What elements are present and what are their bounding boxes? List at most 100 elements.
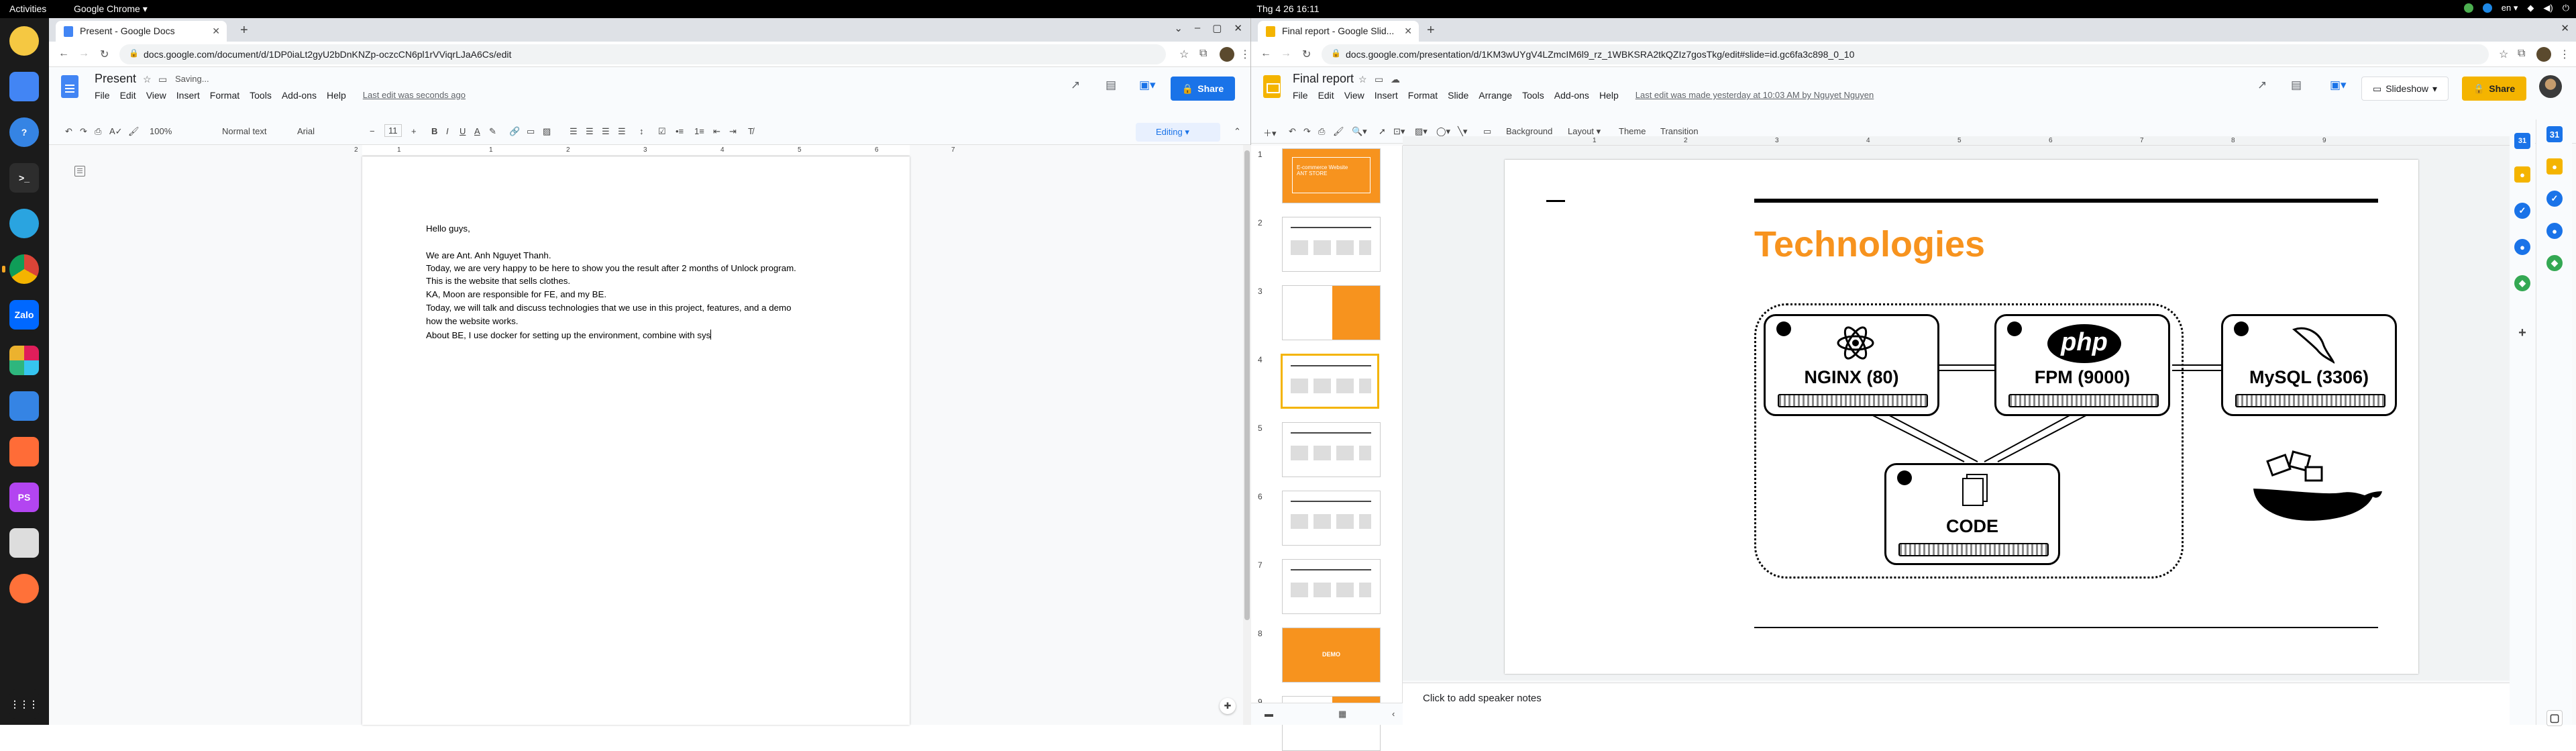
new-tab-icon[interactable]: + xyxy=(240,23,248,38)
slide-title[interactable]: Technologies xyxy=(1754,223,1985,265)
slide-thumbnail-5[interactable] xyxy=(1282,422,1381,477)
transition-button[interactable]: Transition xyxy=(1660,126,1699,136)
menu-help[interactable]: Help xyxy=(327,90,346,101)
menu-file[interactable]: File xyxy=(95,90,110,101)
menu-tools[interactable]: Tools xyxy=(1522,90,1544,101)
chevron-down-icon[interactable]: ▾ xyxy=(2432,83,2437,95)
align-right-icon[interactable]: ☰ xyxy=(602,126,610,137)
star-doc-icon[interactable]: ☆ xyxy=(1358,74,1367,85)
move-folder-icon[interactable]: ▭ xyxy=(1375,74,1383,85)
menu-view[interactable]: View xyxy=(146,90,166,101)
decrease-indent-icon[interactable]: ⇤ xyxy=(713,126,720,137)
slide-thumbnail-4[interactable] xyxy=(1281,354,1379,409)
forward-icon[interactable]: → xyxy=(1281,48,1291,60)
close-window-icon[interactable]: ✕ xyxy=(2561,22,2569,34)
comments-icon[interactable]: ▤ xyxy=(1106,79,1116,92)
document-line[interactable]: how the website works. xyxy=(426,316,518,326)
slideshow-button[interactable]: ▭ Slideshow ▾ xyxy=(2361,77,2449,101)
maps-icon[interactable]: ◆ xyxy=(2514,275,2530,291)
collapse-menus-icon[interactable]: ⌃ xyxy=(1234,126,1241,137)
clear-formatting-icon[interactable]: T̸ xyxy=(748,126,753,136)
contacts-icon[interactable]: ● xyxy=(2514,239,2530,255)
select-icon[interactable]: ➚ xyxy=(1379,126,1386,137)
forward-icon[interactable]: → xyxy=(78,48,89,60)
back-icon[interactable]: ← xyxy=(58,48,69,60)
reload-icon[interactable]: ↻ xyxy=(1302,48,1311,61)
maps-icon[interactable]: ◆ xyxy=(2546,255,2563,271)
move-folder-icon[interactable]: ▭ xyxy=(158,74,167,85)
menu-edit[interactable]: Edit xyxy=(120,90,136,101)
fpm-node[interactable]: php FPM (9000) xyxy=(1994,314,2170,416)
horizontal-ruler[interactable]: 2 1 1 2 3 4 5 6 7 xyxy=(354,145,955,156)
activities-button[interactable]: Activities xyxy=(9,3,46,14)
document-line[interactable]: KA, Moon are responsible for FE, and my … xyxy=(426,289,606,299)
style-select[interactable]: Normal text xyxy=(222,126,266,136)
document-line[interactable]: About BE, I use docker for setting up th… xyxy=(426,330,712,340)
mysql-node[interactable]: MySQL (3306) xyxy=(2221,314,2397,416)
minimize-icon[interactable]: – xyxy=(1195,22,1200,34)
document-line[interactable]: Today, we are very happy to be here to s… xyxy=(426,263,796,273)
slack-icon[interactable] xyxy=(9,346,39,375)
zoom-select[interactable]: 100% xyxy=(150,126,172,136)
help-icon[interactable]: ? xyxy=(9,117,39,147)
chrome-icon[interactable] xyxy=(2,254,39,284)
document-line[interactable]: Hello guys, xyxy=(426,223,470,234)
font-select[interactable]: Arial xyxy=(297,126,315,136)
code-node[interactable]: CODE xyxy=(1884,463,2060,565)
layout-button[interactable]: Layout ▾ xyxy=(1568,126,1601,137)
new-slide-icon[interactable]: ＋▾ xyxy=(1263,126,1277,139)
document-outline-icon[interactable] xyxy=(74,166,85,177)
image-icon[interactable]: ▨ xyxy=(543,126,551,137)
line-icon[interactable]: ╲▾ xyxy=(1458,126,1467,137)
menu-insert[interactable]: Insert xyxy=(1375,90,1398,101)
back-icon[interactable]: ← xyxy=(1260,48,1271,60)
slide-thumbnail-7[interactable] xyxy=(1282,559,1381,614)
menu-format[interactable]: Format xyxy=(210,90,239,101)
chrome-tray-icon[interactable] xyxy=(2463,3,2473,13)
print-icon[interactable]: ⎙ xyxy=(1318,126,1325,137)
last-edit-link[interactable]: Last edit was made yesterday at 10:03 AM… xyxy=(1635,90,1874,101)
collapse-filmstrip-icon[interactable]: ‹ xyxy=(1392,709,1395,719)
network-icon[interactable]: ◆ xyxy=(2527,3,2534,13)
menu-add-ons[interactable]: Add-ons xyxy=(1554,90,1589,101)
document-line[interactable]: Today, we will talk and discuss technolo… xyxy=(426,303,791,313)
bold-icon[interactable]: B xyxy=(431,126,437,136)
star-icon[interactable]: ☆ xyxy=(1179,48,1189,61)
menu-help[interactable]: Help xyxy=(1599,90,1619,101)
filmstrip-view-icon[interactable]: ▬ xyxy=(1265,709,1273,719)
firefox-icon[interactable] xyxy=(9,574,39,603)
line-spacing-icon[interactable]: ↕ xyxy=(639,126,644,136)
justify-icon[interactable]: ☰ xyxy=(618,126,626,137)
font-size-plus-icon[interactable]: + xyxy=(411,126,417,136)
checklist-icon[interactable]: ☑ xyxy=(658,126,666,137)
numbered-list-icon[interactable]: 1≡ xyxy=(694,126,704,136)
show-apps-icon[interactable]: ⋮⋮⋮ xyxy=(9,689,39,719)
menu-format[interactable]: Format xyxy=(1408,90,1438,101)
slides-logo-icon[interactable] xyxy=(1263,75,1281,98)
comment-icon[interactable]: ▭ xyxy=(527,126,535,137)
spellcheck-icon[interactable]: A✓ xyxy=(109,126,123,137)
menu-edit[interactable]: Edit xyxy=(1318,90,1334,101)
close-tab-icon[interactable]: ✕ xyxy=(212,26,220,37)
volume-icon[interactable]: ◀) xyxy=(2543,3,2553,13)
slide-thumbnail-8[interactable]: DEMO xyxy=(1282,628,1381,683)
paint-format-icon[interactable]: 🖌 xyxy=(128,126,140,137)
undo-icon[interactable]: ↶ xyxy=(65,126,72,137)
text-box-icon[interactable]: ⊡▾ xyxy=(1393,126,1405,137)
activity-icon[interactable]: ↗ xyxy=(1071,79,1080,92)
theme-button[interactable]: Theme xyxy=(1619,126,1646,136)
close-tab-icon[interactable]: ✕ xyxy=(1404,26,1412,37)
explore-icon[interactable]: ✚ xyxy=(1220,698,1236,714)
tasks-icon[interactable]: ✓ xyxy=(2546,191,2563,207)
redo-icon[interactable]: ↷ xyxy=(1303,126,1311,137)
font-size-minus-icon[interactable]: − xyxy=(370,126,375,136)
print-icon[interactable]: ⎙ xyxy=(95,126,101,137)
italic-icon[interactable]: I xyxy=(446,126,449,136)
menu-arrange[interactable]: Arrange xyxy=(1479,90,1512,101)
shape-icon[interactable]: ◯▾ xyxy=(1436,126,1450,137)
align-left-icon[interactable]: ☰ xyxy=(570,126,578,137)
last-edit-link[interactable]: Last edit was seconds ago xyxy=(363,90,466,101)
slide-thumbnail-1[interactable]: E-commerce Website ANT STORE xyxy=(1282,148,1381,203)
menu-tools[interactable]: Tools xyxy=(250,90,272,101)
tab-present-docs[interactable]: Present - Google Docs ✕ xyxy=(56,21,227,42)
